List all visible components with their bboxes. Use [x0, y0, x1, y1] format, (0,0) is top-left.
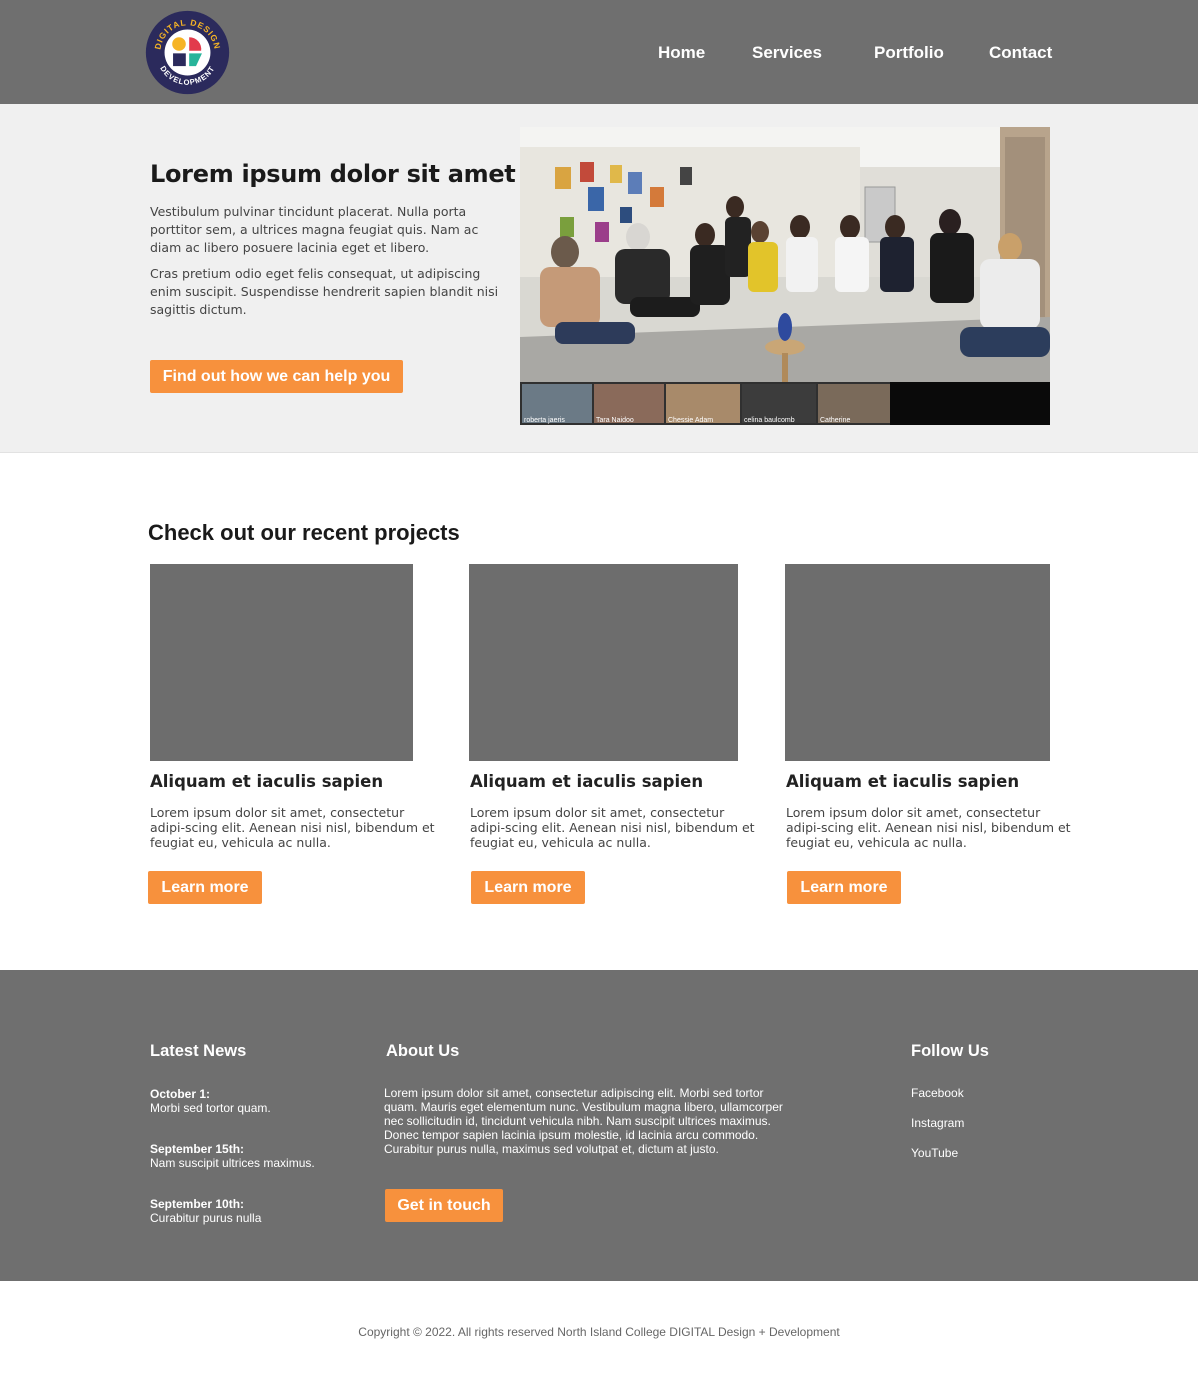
- classroom-photo: roberta jaeris Tara Naidoo Chessie Adam …: [520, 127, 1050, 425]
- project-description: Lorem ipsum dolor sit amet, consectetur …: [470, 805, 755, 850]
- hero-section: Lorem ipsum dolor sit amet Vestibulum pu…: [0, 104, 1198, 453]
- latest-news-heading: Latest News: [150, 1042, 247, 1060]
- learn-more-button[interactable]: Learn more: [148, 871, 262, 904]
- hero-paragraph-2: Cras pretium odio eget felis consequat, …: [150, 266, 499, 317]
- news-date: September 15th:: [150, 1142, 245, 1156]
- site-header: DIGITAL DESIGN DEVELOPMENT Home Services…: [0, 0, 1198, 104]
- nav-portfolio[interactable]: Portfolio: [874, 43, 944, 63]
- logo[interactable]: DIGITAL DESIGN DEVELOPMENT: [145, 10, 230, 95]
- project-image[interactable]: [469, 564, 738, 761]
- news-text[interactable]: Nam suscipit ultrices maximus.: [150, 1156, 315, 1170]
- project-description: Lorem ipsum dolor sit amet, consectetur …: [786, 805, 1071, 850]
- hero-paragraph-1: Vestibulum pulvinar tincidunt placerat. …: [150, 204, 479, 255]
- copyright-text: Copyright © 2022. All rights reserved No…: [358, 1325, 840, 1339]
- news-date: October 1:: [150, 1087, 211, 1101]
- participant-name: Chessie Adam: [668, 417, 713, 424]
- facebook-link[interactable]: Facebook: [911, 1086, 964, 1100]
- project-image[interactable]: [150, 564, 413, 761]
- nav-home[interactable]: Home: [658, 43, 705, 63]
- participant-name: Tara Naidoo: [596, 417, 634, 424]
- nav-services[interactable]: Services: [752, 43, 822, 63]
- learn-more-button[interactable]: Learn more: [471, 871, 585, 904]
- project-title: Aliquam et iaculis sapien: [150, 772, 384, 791]
- help-cta-button[interactable]: Find out how we can help you: [150, 360, 403, 393]
- news-date: September 10th:: [150, 1197, 245, 1211]
- follow-us-heading: Follow Us: [911, 1042, 989, 1060]
- participant-name: roberta jaeris: [524, 417, 565, 424]
- projects-heading: Check out our recent projects: [148, 520, 460, 545]
- news-text[interactable]: Curabitur purus nulla: [150, 1211, 261, 1225]
- participant-name: celina baulcomb: [744, 417, 795, 424]
- hero-photo: roberta jaeris Tara Naidoo Chessie Adam …: [520, 127, 1050, 425]
- site-footer: Latest News About Us Follow Us October 1…: [0, 970, 1198, 1281]
- about-us-text: Lorem ipsum dolor sit amet, consectetur …: [384, 1086, 783, 1156]
- project-image[interactable]: [785, 564, 1050, 761]
- participant-name: Catherine: [820, 417, 850, 424]
- project-title: Aliquam et iaculis sapien: [786, 772, 1020, 791]
- project-description: Lorem ipsum dolor sit amet, consectetur …: [150, 805, 435, 850]
- about-us-heading: About Us: [386, 1042, 460, 1060]
- hero-title: Lorem ipsum dolor sit amet: [150, 160, 516, 188]
- nav-contact[interactable]: Contact: [989, 43, 1052, 63]
- news-text[interactable]: Morbi sed tortor quam.: [150, 1101, 271, 1115]
- get-in-touch-button[interactable]: Get in touch: [385, 1189, 503, 1222]
- learn-more-button[interactable]: Learn more: [787, 871, 901, 904]
- instagram-link[interactable]: Instagram: [911, 1116, 964, 1130]
- youtube-link[interactable]: YouTube: [911, 1146, 958, 1160]
- project-title: Aliquam et iaculis sapien: [470, 772, 704, 791]
